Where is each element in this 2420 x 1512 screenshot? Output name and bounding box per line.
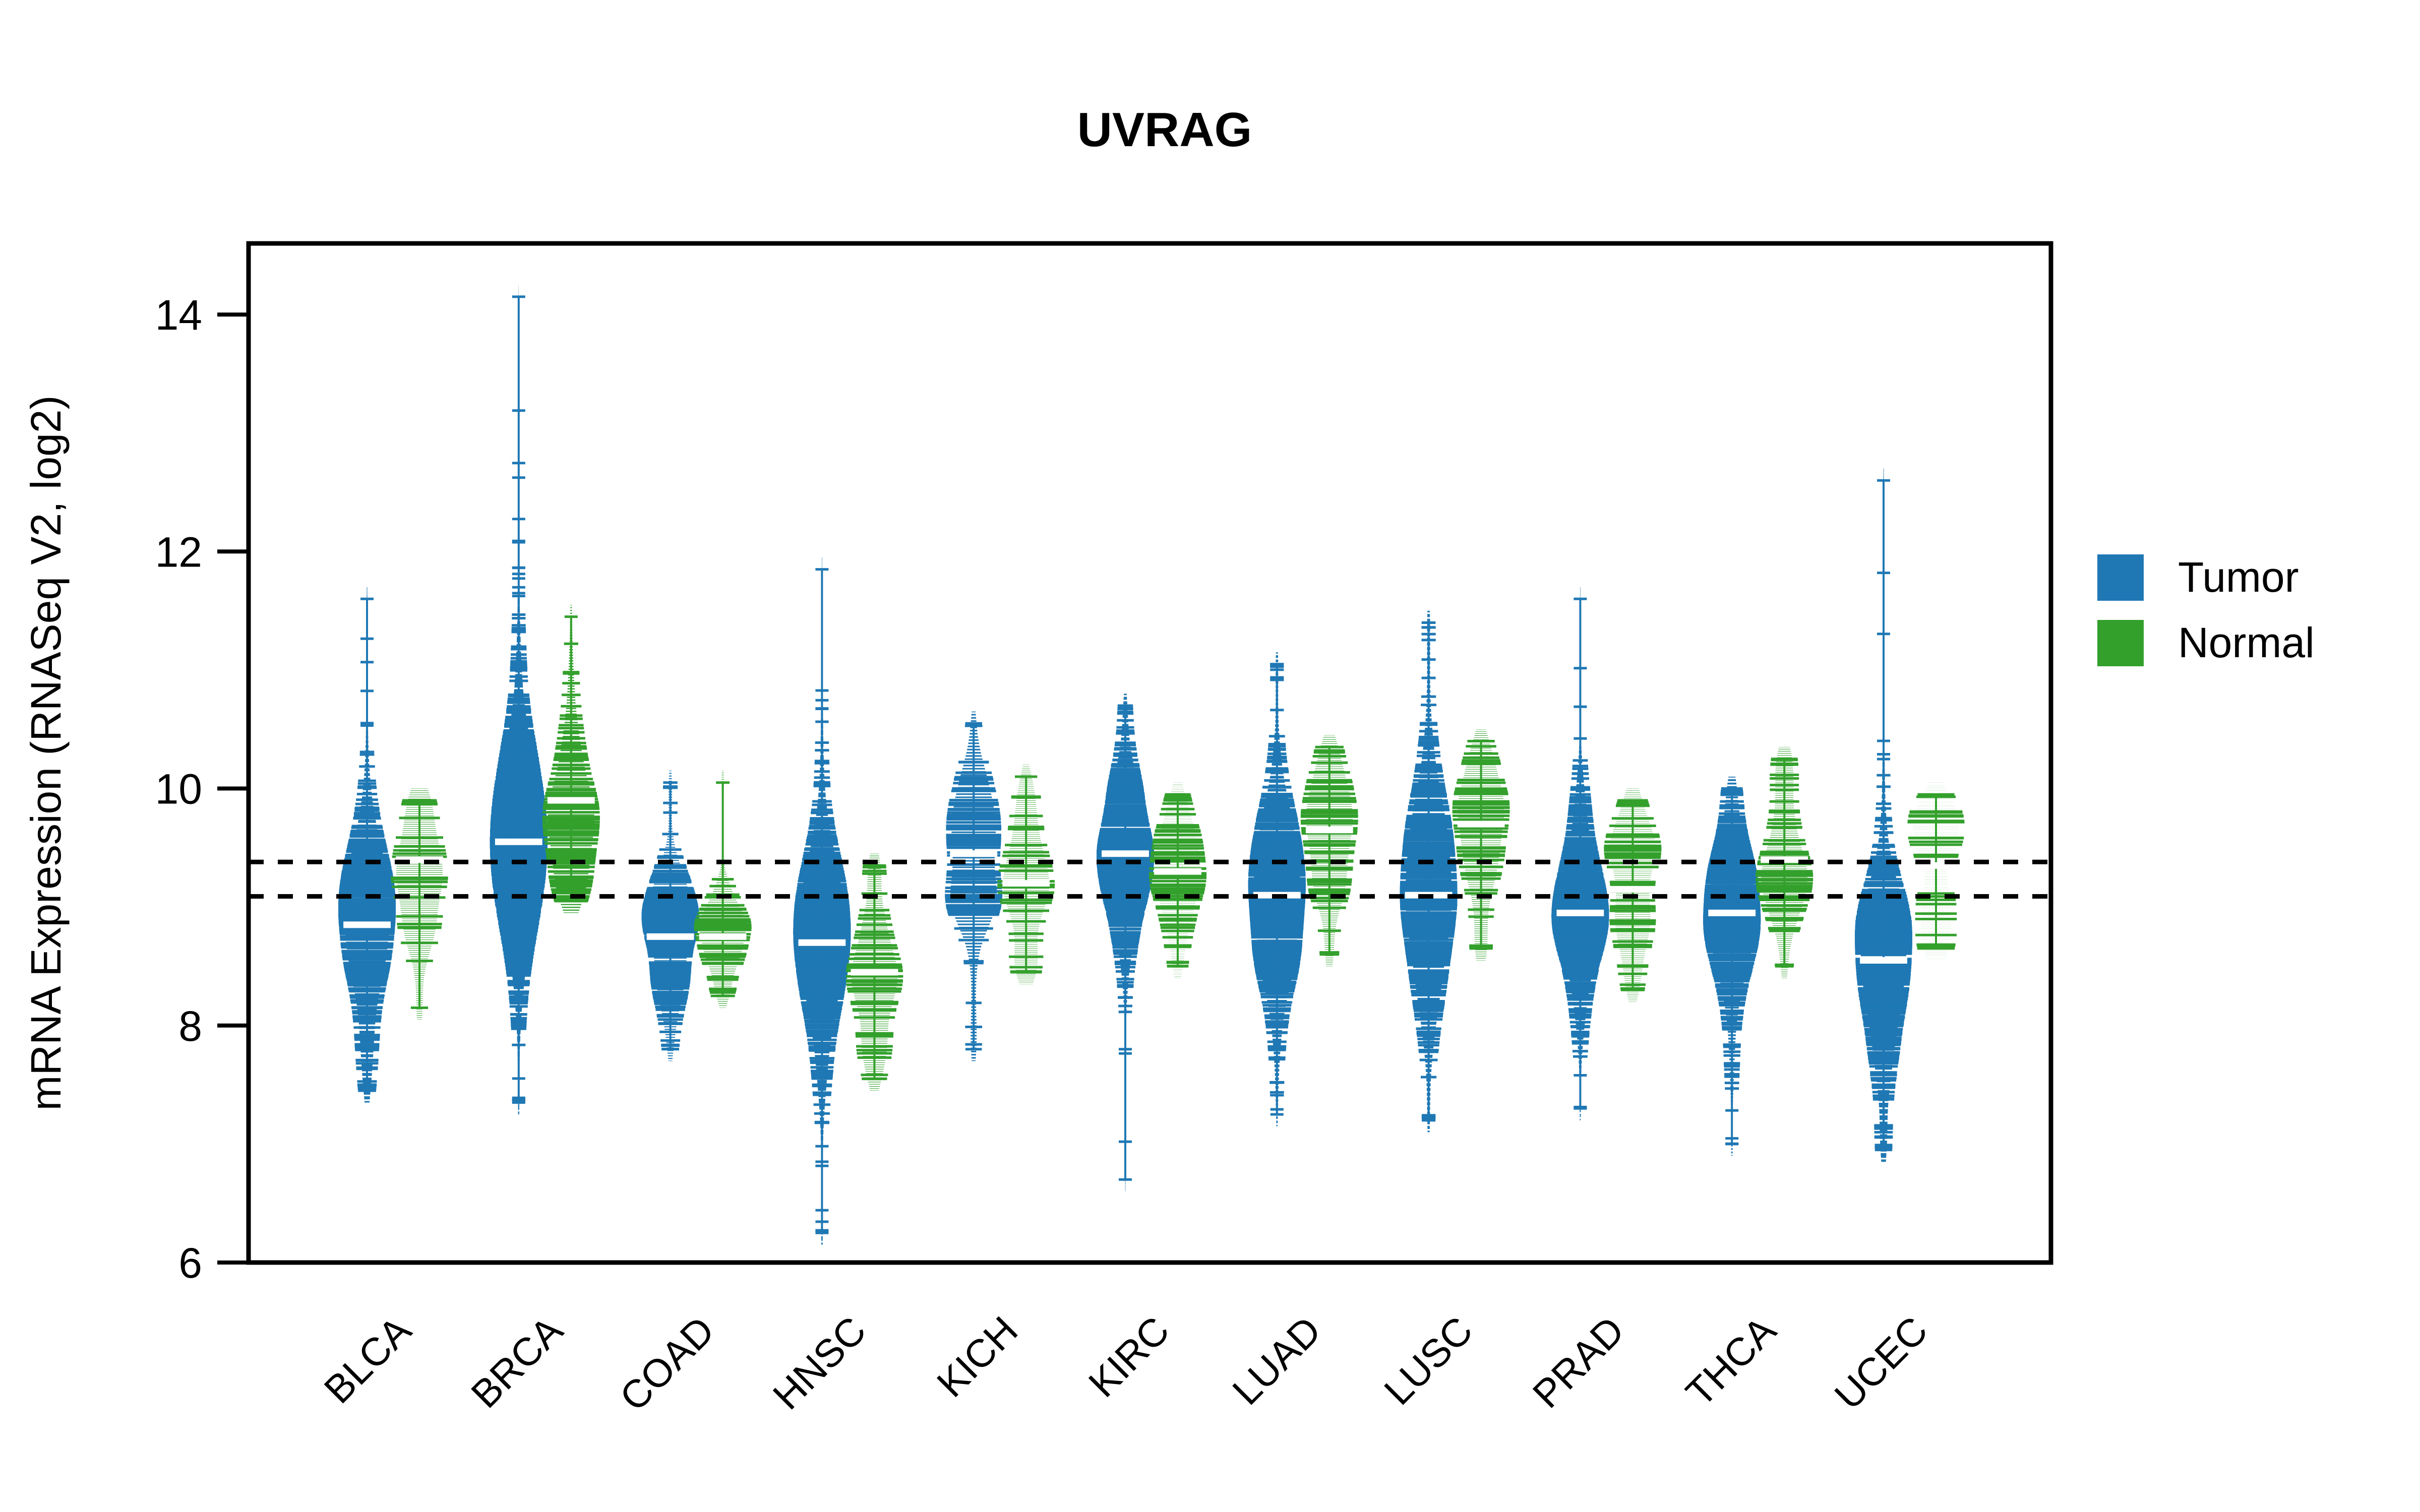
chart-canvas: UVRAG mRNA Expression (RNASeq V2, log2) … <box>0 0 2420 1512</box>
y-axis-label: mRNA Expression (RNASeq V2, log2) <box>22 395 70 1110</box>
legend-label-tumor: Tumor <box>2178 553 2299 601</box>
y-tick-label: 12 <box>155 528 202 576</box>
violin-plot-svg: UVRAG mRNA Expression (RNASeq V2, log2) … <box>0 0 2420 1512</box>
plot-background <box>0 0 2420 1512</box>
page-title: UVRAG <box>1077 103 1252 157</box>
legend-swatch-normal <box>2097 620 2144 666</box>
y-tick-label: 6 <box>178 1239 202 1287</box>
y-tick-label: 10 <box>155 766 202 813</box>
y-tick-label: 8 <box>178 1002 202 1050</box>
y-tick-label: 14 <box>155 291 202 339</box>
legend-swatch-tumor <box>2097 554 2144 601</box>
legend-label-normal: Normal <box>2178 619 2315 666</box>
